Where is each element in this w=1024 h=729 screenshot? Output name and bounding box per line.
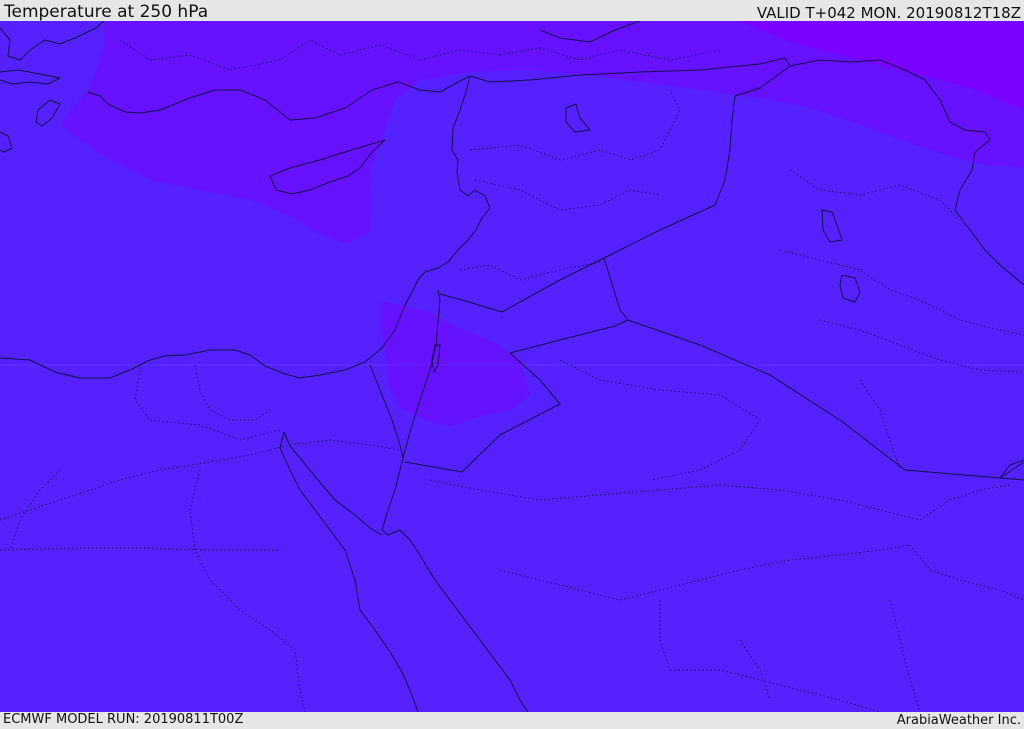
model-run-label: ECMWF MODEL RUN: 20190811T00Z (3, 712, 244, 727)
temperature-map[interactable] (0, 21, 1024, 712)
valid-time-label: VALID T+042 MON. 20190812T18Z (756, 4, 1021, 22)
map-canvas (0, 21, 1024, 712)
credit-label: ArabiaWeather Inc. (896, 713, 1021, 728)
header-bar: Temperature at 250 hPa VALID T+042 MON. … (0, 0, 1024, 21)
map-title: Temperature at 250 hPa (4, 2, 209, 22)
footer-bar: ECMWF MODEL RUN: 20190811T00Z ArabiaWeat… (0, 712, 1024, 729)
